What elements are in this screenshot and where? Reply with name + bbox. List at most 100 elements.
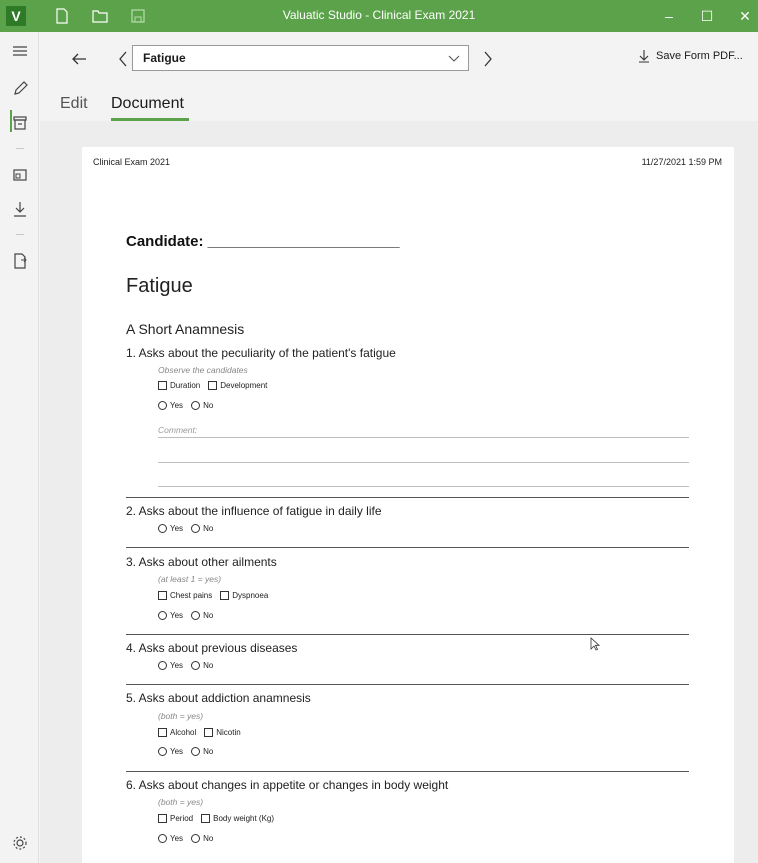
question-divider — [126, 684, 689, 685]
radio-yes[interactable] — [158, 524, 167, 533]
yes-label: Yes — [170, 401, 184, 410]
archive-icon[interactable] — [9, 112, 31, 134]
export-icon[interactable] — [9, 250, 31, 272]
no-label: No — [203, 611, 214, 620]
question-1: 1. Asks about the peculiarity of the pat… — [126, 346, 396, 360]
radio-yes[interactable] — [158, 834, 167, 843]
back-arrow-icon[interactable] — [68, 48, 90, 70]
save-form-pdf-label: Save Form PDF... — [656, 50, 743, 62]
rail-divider — [16, 148, 24, 149]
previous-chevron-icon[interactable] — [112, 48, 134, 70]
yes-label: Yes — [170, 611, 184, 620]
radio-no[interactable] — [191, 834, 201, 843]
radio-yes[interactable] — [158, 747, 167, 756]
app-logo: V — [6, 6, 26, 26]
left-rail — [0, 32, 39, 863]
window-title: Valuatic Studio - Clinical Exam 2021 — [282, 8, 476, 22]
new-document-icon[interactable] — [54, 8, 70, 24]
radio-yes[interactable] — [158, 661, 167, 670]
option-label: Alcohol — [170, 728, 197, 737]
mouse-pointer-icon — [590, 637, 600, 651]
selected-item-label: Fatigue — [143, 51, 186, 65]
checkbox[interactable] — [158, 814, 167, 823]
checkbox[interactable] — [201, 814, 211, 823]
question-divider — [126, 771, 689, 772]
option-label: Development — [220, 381, 268, 390]
radio-yes[interactable] — [158, 401, 167, 410]
question-4-yes-no: Yes No — [158, 661, 213, 670]
exam-title: Fatigue — [126, 275, 193, 297]
question-5-yes-no: Yes No — [158, 747, 213, 756]
question-3-note: (at least 1 = yes) — [158, 574, 222, 584]
form-icon[interactable] — [9, 164, 31, 186]
option-label: Duration — [170, 381, 201, 390]
question-2-yes-no: Yes No — [158, 524, 213, 533]
checkbox[interactable] — [204, 728, 214, 737]
question-2: 2. Asks about the influence of fatigue i… — [126, 504, 382, 518]
radio-yes[interactable] — [158, 611, 167, 620]
close-button[interactable]: ✕ — [730, 0, 758, 32]
no-label: No — [203, 524, 214, 533]
no-label: No — [203, 834, 214, 843]
question-1-options: Duration Development — [158, 381, 267, 390]
no-label: No — [203, 401, 214, 410]
document-page: Clinical Exam 2021 11/27/2021 1:59 PM Ca… — [82, 147, 734, 863]
radio-no[interactable] — [191, 401, 201, 410]
question-divider — [126, 547, 689, 548]
radio-no[interactable] — [191, 661, 201, 670]
save-icon[interactable] — [130, 8, 146, 24]
question-3-options: Chest pains Dyspnoea — [158, 591, 268, 600]
tab-document[interactable]: Document — [111, 95, 184, 113]
download-arrow-icon — [639, 50, 649, 63]
title-bar: V Valuatic Studio - Clinical Exam 2021 –… — [0, 0, 758, 32]
checkbox[interactable] — [220, 591, 230, 600]
checkbox[interactable] — [208, 381, 218, 390]
candidate-line: Candidate: _______________________ — [126, 233, 400, 250]
pencil-icon[interactable] — [9, 78, 31, 100]
next-chevron-icon[interactable] — [477, 48, 499, 70]
question-divider — [126, 497, 689, 498]
comment-label: Comment: — [158, 425, 198, 435]
page-header-timestamp: 11/27/2021 1:59 PM — [641, 157, 722, 167]
download-icon[interactable] — [9, 198, 31, 220]
question-5-options: Alcohol Nicotin — [158, 728, 241, 737]
radio-no[interactable] — [191, 611, 201, 620]
page-header-title: Clinical Exam 2021 — [93, 157, 171, 167]
question-6-yes-no: Yes No — [158, 834, 213, 843]
open-folder-icon[interactable] — [92, 8, 108, 24]
question-6-note: (both = yes) — [158, 797, 204, 807]
no-label: No — [203, 661, 214, 670]
checkbox[interactable] — [158, 728, 167, 737]
checkbox[interactable] — [158, 381, 167, 390]
yes-label: Yes — [170, 524, 184, 533]
section-title: A Short Anamnesis — [126, 321, 245, 337]
tab-edit[interactable]: Edit — [60, 95, 88, 113]
no-label: No — [203, 747, 214, 756]
minimize-button[interactable]: – — [654, 0, 684, 32]
item-selector-dropdown[interactable]: Fatigue — [132, 45, 469, 71]
question-6-options: Period Body weight (Kg) — [158, 814, 274, 823]
comment-line[interactable] — [158, 462, 689, 463]
yes-label: Yes — [170, 661, 184, 670]
option-label: Nicotin — [216, 728, 241, 737]
option-label: Chest pains — [170, 591, 213, 600]
menu-icon[interactable] — [9, 40, 31, 62]
settings-icon[interactable] — [9, 832, 31, 854]
question-5-note: (both = yes) — [158, 711, 204, 721]
question-3: 3. Asks about other ailments — [126, 555, 277, 569]
option-label: Dyspnoea — [232, 591, 269, 600]
option-label: Body weight (Kg) — [213, 814, 275, 823]
maximize-button[interactable]: ☐ — [692, 0, 722, 32]
radio-no[interactable] — [191, 524, 201, 533]
yes-label: Yes — [170, 834, 184, 843]
save-form-pdf-button[interactable]: Save Form PDF... — [638, 49, 743, 63]
comment-line[interactable] — [158, 486, 689, 487]
question-4: 4. Asks about previous diseases — [126, 641, 298, 655]
radio-no[interactable] — [191, 747, 201, 756]
question-divider — [126, 634, 689, 635]
navigation-bar: Fatigue Save Form PDF... — [40, 32, 758, 88]
question-1-yes-no: Yes No — [158, 401, 213, 410]
comment-line[interactable] — [158, 437, 689, 438]
checkbox[interactable] — [158, 591, 167, 600]
chevron-down-icon — [448, 55, 460, 62]
